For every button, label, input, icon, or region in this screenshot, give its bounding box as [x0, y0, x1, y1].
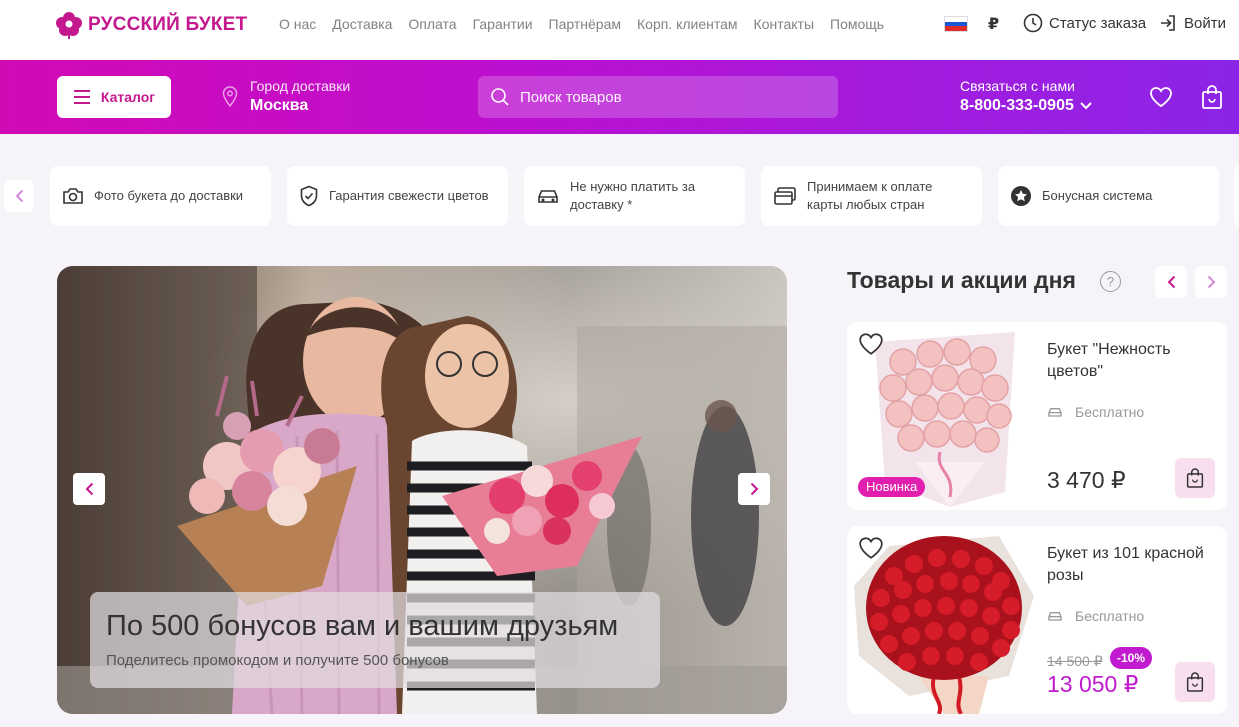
- benefit-next-partial: [1234, 166, 1239, 226]
- credit-card-icon: [774, 187, 796, 205]
- hero-caption: По 500 бонусов вам и вашим друзьям Подел…: [90, 592, 660, 688]
- search-icon: [491, 88, 509, 106]
- location-pin-icon: [222, 86, 238, 108]
- brand-logo[interactable]: РУССКИЙ БУКЕТ: [56, 8, 247, 42]
- new-badge: Новинка: [858, 477, 926, 497]
- login-label: Войти: [1184, 14, 1226, 32]
- search-input[interactable]: [520, 88, 820, 106]
- chevron-right-icon: [750, 482, 758, 496]
- nav-link-about[interactable]: О нас: [279, 16, 316, 32]
- benefit-bonus-system[interactable]: Бонусная система: [998, 166, 1219, 226]
- benefit-label: Принимаем к оплате карты любых стран: [807, 179, 933, 212]
- catalog-label: Каталог: [100, 89, 156, 105]
- nav-link-partners[interactable]: Партнёрам: [549, 16, 621, 32]
- cart-bag-icon[interactable]: [1201, 84, 1223, 110]
- favorite-heart-icon[interactable]: [858, 536, 884, 560]
- contact-block[interactable]: Связаться с нами 8-800-333-0905: [960, 77, 1092, 117]
- clock-icon: [1023, 13, 1043, 33]
- nav-link-delivery[interactable]: Доставка: [332, 16, 392, 32]
- benefits-prev-button[interactable]: [4, 180, 34, 212]
- cart-bag-icon: [1186, 468, 1204, 488]
- chevron-left-icon: [85, 482, 93, 496]
- nav-link-corporate[interactable]: Корп. клиентам: [637, 16, 738, 32]
- discount-badge: -10%: [1110, 647, 1153, 669]
- car-icon: [1048, 612, 1062, 621]
- order-status-link[interactable]: Статус заказа: [1023, 13, 1146, 33]
- brand-name: РУССКИЙ БУКЕТ: [88, 14, 248, 35]
- product-name[interactable]: Букет из 101 красной розы: [1047, 543, 1207, 587]
- product-price: 3 470 ₽: [1047, 467, 1126, 493]
- help-icon[interactable]: ?: [1100, 271, 1121, 292]
- benefit-free-delivery[interactable]: Не нужно платить за доставку *: [524, 166, 745, 226]
- products-section-title: Товары и акции дня: [847, 267, 1076, 293]
- benefit-label: Фото букета до доставки: [94, 188, 244, 203]
- products-next-button[interactable]: [1195, 266, 1227, 298]
- city-value: Москва: [250, 97, 309, 114]
- cart-bag-icon: [1186, 672, 1204, 692]
- heart-icon[interactable]: [1149, 86, 1173, 108]
- chevron-left-icon: [15, 189, 23, 203]
- contact-phone[interactable]: 8-800-333-0905: [960, 95, 1092, 117]
- login-icon: [1161, 15, 1175, 31]
- contact-phone-number: 8-800-333-0905: [960, 97, 1074, 114]
- nav-link-guarantees[interactable]: Гарантии: [473, 16, 533, 32]
- product-card[interactable]: Букет из 101 красной розы Бесплатно 14 5…: [847, 526, 1227, 714]
- benefit-freshness[interactable]: Гарантия свежести цветов: [287, 166, 508, 226]
- camera-icon: [63, 188, 83, 204]
- favorite-heart-icon[interactable]: [858, 332, 884, 356]
- hero-next-button[interactable]: [738, 473, 770, 505]
- benefit-label: Не нужно платить за доставку *: [570, 179, 696, 212]
- delivery-city-selector[interactable]: Город доставки Москва: [222, 77, 350, 117]
- car-icon: [1048, 408, 1062, 417]
- order-status-label: Статус заказа: [1049, 14, 1147, 32]
- add-to-cart-button[interactable]: [1175, 662, 1215, 702]
- benefit-label: Бонусная система: [1042, 188, 1153, 203]
- products-prev-button[interactable]: [1155, 266, 1187, 298]
- hero-title: По 500 бонусов вам и вашим друзьям: [106, 610, 619, 642]
- nav-link-contacts[interactable]: Контакты: [754, 16, 814, 32]
- contact-label: Связаться с нами: [960, 78, 1075, 94]
- chevron-left-icon: [1167, 275, 1175, 289]
- star-badge-icon: [1011, 186, 1031, 206]
- product-price: 13 050 ₽: [1047, 671, 1139, 697]
- hero-banner[interactable]: По 500 бонусов вам и вашим друзьям Подел…: [57, 266, 787, 714]
- catalog-button[interactable]: Каталог: [57, 76, 171, 118]
- car-icon: [538, 190, 558, 203]
- benefit-label: Гарантия свежести цветов: [329, 188, 489, 203]
- shield-check-icon: [300, 185, 318, 207]
- chevron-right-icon: [1207, 275, 1215, 289]
- product-name[interactable]: Букет "Нежность цветов": [1047, 339, 1207, 383]
- benefit-foreign-cards[interactable]: Принимаем к оплате карты любых стран: [761, 166, 982, 226]
- delivery-info: Бесплатно: [1047, 404, 1144, 420]
- search-bar[interactable]: [478, 76, 838, 118]
- hero-subtitle: Поделитесь промокодом и получите 500 бон…: [106, 652, 449, 669]
- add-to-cart-button[interactable]: [1175, 458, 1215, 498]
- flower-logo-icon: [56, 12, 82, 39]
- city-label: Город доставки: [250, 78, 351, 94]
- main-header: Каталог Город доставки Москва Связаться …: [0, 60, 1239, 134]
- delivery-info: Бесплатно: [1047, 608, 1144, 624]
- nav-link-help[interactable]: Помощь: [830, 16, 884, 32]
- nav-link-payment[interactable]: Оплата: [408, 16, 456, 32]
- currency-selector[interactable]: ₽: [988, 14, 999, 34]
- chevron-down-icon: [1080, 102, 1092, 110]
- login-link[interactable]: Войти: [1158, 13, 1226, 33]
- delivery-label: Бесплатно: [1075, 608, 1145, 624]
- top-navigation: О нас Доставка Оплата Гарантии Партнёрам…: [279, 16, 900, 32]
- product-card[interactable]: Новинка Букет "Нежность цветов" Бесплатн…: [847, 322, 1227, 510]
- old-price: 14 500 ₽: [1047, 653, 1103, 669]
- russia-flag-icon[interactable]: [944, 16, 968, 32]
- delivery-label: Бесплатно: [1075, 404, 1145, 420]
- hero-prev-button[interactable]: [73, 473, 105, 505]
- benefit-photo[interactable]: Фото букета до доставки: [50, 166, 271, 226]
- top-bar: РУССКИЙ БУКЕТ О нас Доставка Оплата Гара…: [0, 0, 1239, 60]
- menu-icon: [73, 90, 90, 104]
